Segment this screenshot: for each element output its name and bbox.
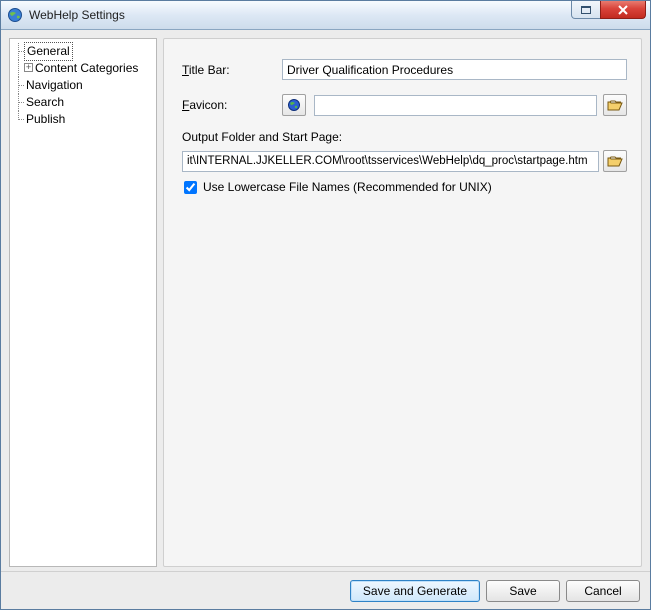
tree-label: Navigation: [24, 77, 83, 94]
default-favicon-button[interactable]: [282, 94, 306, 116]
tree-connector: [12, 111, 24, 128]
label-favicon: Favicon:: [182, 98, 282, 112]
input-title-bar[interactable]: [282, 59, 627, 80]
tree-label: Content Categories: [33, 60, 138, 77]
tree-item-publish[interactable]: Publish: [12, 111, 154, 128]
titlebar: WebHelp Settings: [1, 1, 650, 30]
tree-connector: [12, 77, 24, 94]
globe-icon: [287, 98, 301, 112]
tree-panel: General + Content Categories Navigation …: [9, 38, 157, 567]
label-output-folder: Output Folder and Start Page:: [182, 130, 627, 144]
close-button[interactable]: [600, 1, 646, 19]
maximize-button[interactable]: [571, 1, 601, 19]
body-area: General + Content Categories Navigation …: [1, 30, 650, 571]
browse-output-button[interactable]: [603, 150, 627, 172]
tree-expander-icon[interactable]: +: [24, 63, 33, 72]
browse-favicon-button[interactable]: [603, 94, 627, 116]
folder-open-icon: [607, 98, 623, 112]
save-button[interactable]: Save: [486, 580, 560, 602]
tree-connector: [12, 43, 24, 60]
tree-item-content-categories[interactable]: + Content Categories: [12, 60, 154, 77]
footer: Save and Generate Save Cancel: [1, 571, 650, 609]
window-title: WebHelp Settings: [29, 8, 125, 22]
label-lowercase: Use Lowercase File Names (Recommended fo…: [203, 180, 492, 194]
label-title-bar: Title Bar:: [182, 63, 282, 77]
tree-item-navigation[interactable]: Navigation: [12, 77, 154, 94]
tree-item-general[interactable]: General: [12, 43, 154, 60]
checkbox-lowercase[interactable]: [184, 181, 197, 194]
tree-label: Publish: [24, 111, 65, 128]
globe-app-icon: [7, 7, 23, 23]
save-and-generate-button[interactable]: Save and Generate: [350, 580, 480, 602]
cancel-button[interactable]: Cancel: [566, 580, 640, 602]
content-panel: Title Bar: Favicon:: [163, 38, 642, 567]
tree-item-search[interactable]: Search: [12, 94, 154, 111]
tree-label: General: [24, 42, 73, 61]
input-favicon[interactable]: [314, 95, 597, 116]
window-controls: [572, 1, 646, 19]
folder-open-icon: [607, 154, 623, 168]
row-favicon: Favicon:: [182, 94, 627, 116]
input-output-folder[interactable]: [182, 151, 599, 172]
row-output-folder: [182, 150, 627, 172]
tree-label: Search: [24, 94, 64, 111]
row-title-bar: Title Bar:: [182, 59, 627, 80]
window-root: WebHelp Settings General: [0, 0, 651, 610]
row-lowercase: Use Lowercase File Names (Recommended fo…: [184, 180, 627, 194]
tree-connector: [12, 60, 24, 77]
tree-connector: [12, 94, 24, 111]
